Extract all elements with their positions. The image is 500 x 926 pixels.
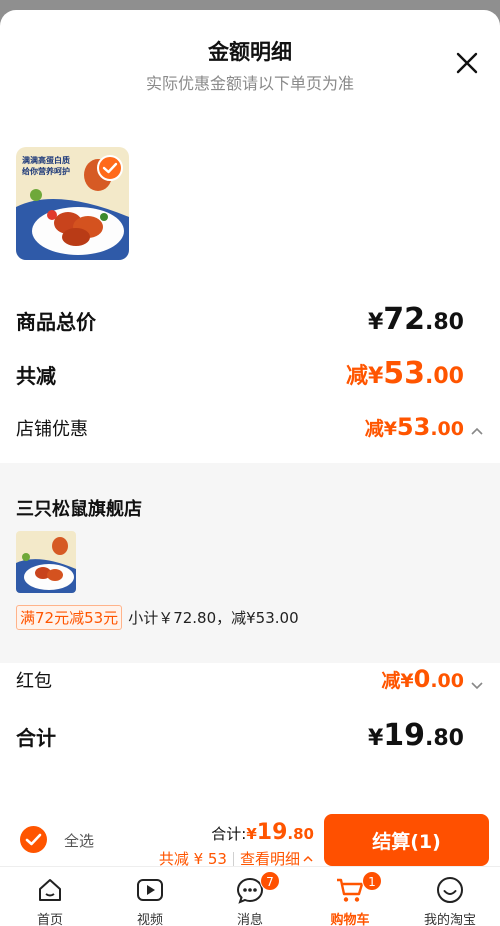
bar-total-amount: ¥19.80 (246, 820, 314, 845)
grand-total-int: 19 (383, 718, 426, 753)
goods-total-symbol: ¥ (367, 310, 384, 335)
red-packet-label: 红包 (16, 671, 52, 692)
checkout-bar: 全选 合计: ¥19.80 共减 ¥ 53 查看明细 结算(1) (0, 800, 500, 876)
bar-total-dec: .80 (287, 825, 314, 843)
goods-total-int: 72 (383, 302, 426, 337)
store-discount-label: 店铺优惠 (16, 419, 88, 440)
store-discount-dec: .00 (430, 418, 464, 440)
red-packet-int: 0 (413, 665, 431, 693)
bar-total: 合计: ¥19.80 (211, 820, 314, 845)
goods-total-amount: ¥72.80 (368, 302, 464, 337)
checkout-button[interactable]: 结算(1) (324, 814, 489, 866)
video-icon (137, 879, 163, 901)
store-discount-detail: 三只松鼠旗舰店 满72元减53元 小计￥72.80，减¥53.00 (0, 463, 500, 663)
total-reduce-prefix: 减¥ (345, 364, 384, 389)
store-product-thumbnail (16, 531, 76, 593)
tab-profile-label: 我的淘宝 (423, 913, 476, 926)
total-reduce-int: 53 (383, 356, 426, 391)
grand-total-symbol: ¥ (367, 726, 384, 751)
sheet-title: 金额明细 (208, 40, 292, 64)
total-reduce-amount: 减¥53.00 (346, 356, 464, 391)
goods-total-dec: .80 (425, 310, 464, 335)
red-packet-amount: 减¥0.00 (381, 665, 464, 693)
goods-total-label: 商品总价 (16, 310, 96, 334)
bar-total-prefix: 合计: (211, 825, 247, 843)
chevron-up-icon[interactable] (470, 424, 484, 438)
promo-tag: 满72元减53元 (16, 605, 123, 630)
bar-total-int: 19 (256, 820, 288, 845)
profile-icon (437, 877, 463, 903)
total-reduce-row: 共减 减¥53.00 (16, 356, 464, 391)
grand-total-row: 合计 ¥19.80 (16, 718, 464, 753)
tab-cart[interactable]: 1 购物车 (300, 867, 400, 926)
cart-icon (337, 878, 364, 902)
store-discount-amount: 减¥53.00 (365, 413, 464, 441)
grand-total-label: 合计 (16, 726, 56, 750)
cart-badge: 1 (362, 871, 382, 891)
product-check-icon[interactable] (97, 155, 123, 181)
store-name: 三只松鼠旗舰店 (16, 499, 142, 520)
store-discount-int: 53 (396, 413, 431, 441)
chevron-up-small-icon[interactable] (302, 853, 314, 865)
tab-message[interactable]: 7 消息 (200, 867, 300, 926)
tab-profile[interactable]: 我的淘宝 (400, 867, 500, 926)
red-packet-dec: .00 (430, 670, 464, 692)
tab-home-label: 首页 (36, 913, 63, 926)
tab-message-label: 消息 (236, 913, 263, 926)
select-all-label[interactable]: 全选 (64, 830, 94, 851)
check-icon (25, 833, 42, 846)
promo-line: 满72元减53元 小计￥72.80，减¥53.00 (16, 605, 299, 630)
goods-total-row: 商品总价 ¥72.80 (16, 302, 464, 337)
product-caption-line2: 给你营养呵护 (22, 166, 70, 176)
tab-video[interactable]: 视频 (100, 867, 200, 926)
chicken-wings-small-image (16, 531, 76, 593)
total-reduce-dec: .00 (425, 364, 464, 389)
home-icon (39, 879, 61, 901)
message-badge: 7 (260, 871, 280, 891)
product-caption-line1: 满满高蛋白质 (22, 155, 70, 165)
tab-cart-label: 购物车 (330, 913, 370, 926)
sheet-subtitle: 实际优惠金额请以下单页为准 (145, 74, 354, 93)
tab-bar: 首页 视频 7 消息 1 购物车 我的淘宝 (0, 866, 500, 926)
select-all-checkbox[interactable] (20, 826, 47, 853)
divider (232, 851, 234, 866)
chevron-down-icon[interactable] (470, 678, 484, 692)
red-packet-row[interactable]: 红包 减¥0.00 (16, 665, 464, 693)
red-packet-prefix: 减¥ (381, 670, 414, 692)
store-discount-row[interactable]: 店铺优惠 减¥53.00 (16, 413, 464, 441)
bar-total-symbol: ¥ (246, 825, 257, 843)
grand-total-dec: .80 (425, 726, 464, 751)
promo-subtotal: 小计￥72.80，减¥53.00 (128, 609, 299, 627)
close-icon[interactable] (454, 50, 480, 76)
amount-detail-sheet: 金额明细 实际优惠金额请以下单页为准 满满高蛋白质 给你营养呵护 商品总价 ¥7… (0, 10, 500, 926)
store-discount-prefix: 减¥ (364, 418, 397, 440)
tab-home[interactable]: 首页 (0, 867, 100, 926)
tab-video-label: 视频 (136, 913, 163, 926)
total-reduce-label: 共减 (16, 364, 56, 388)
grand-total-amount: ¥19.80 (368, 718, 464, 753)
product-thumbnail[interactable]: 满满高蛋白质 给你营养呵护 (16, 147, 129, 260)
